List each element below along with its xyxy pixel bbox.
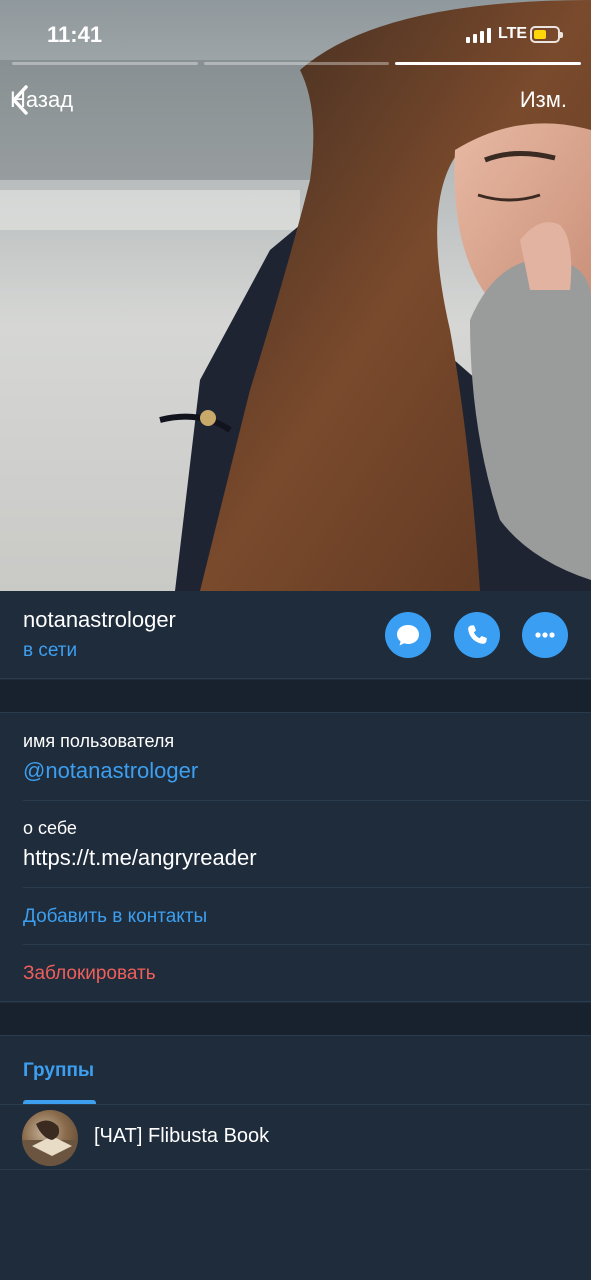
list-item[interactable]: [ЧАТ] Flibusta Book xyxy=(0,1105,591,1170)
group-name: [ЧАТ] Flibusta Book xyxy=(94,1125,270,1147)
profile-status: в сети xyxy=(23,640,78,661)
status-bar: 11:41 LTE xyxy=(0,0,591,66)
profile-header: notanastrologer в сети xyxy=(0,591,591,679)
section-separator xyxy=(0,680,591,712)
message-bubble-icon xyxy=(397,625,419,646)
battery-icon xyxy=(530,26,563,43)
story-progress xyxy=(12,62,582,66)
signal-icon xyxy=(466,28,491,43)
phone-icon xyxy=(468,625,487,644)
groups-section: Группы [ЧАТ] Flibusta Book xyxy=(0,1035,591,1280)
bio-row[interactable]: о себе https://t.me/angryreader xyxy=(23,818,591,871)
profile-photo-art xyxy=(0,0,591,591)
add-contact-button[interactable]: Добавить в контакты xyxy=(23,906,207,928)
back-button[interactable]: Назад xyxy=(10,84,73,116)
bio-label: о себе xyxy=(23,818,77,838)
more-dots-icon xyxy=(535,632,555,638)
username-label: имя пользователя xyxy=(23,731,175,751)
story-segment[interactable] xyxy=(12,62,198,65)
chevron-left-icon xyxy=(12,85,28,115)
status-time: 11:41 xyxy=(47,22,103,47)
tab-groups[interactable]: Группы xyxy=(23,1060,94,1082)
group-avatar-art xyxy=(22,1120,78,1166)
divider xyxy=(23,944,591,945)
section-separator xyxy=(0,1003,591,1035)
more-button[interactable] xyxy=(522,612,568,658)
divider xyxy=(23,887,591,888)
username-row[interactable]: имя пользователя @notanastrologer xyxy=(23,731,591,784)
call-button[interactable] xyxy=(454,612,500,658)
profile-photo[interactable]: 11:41 LTE Назад Изм. xyxy=(0,0,591,591)
story-segment-active[interactable] xyxy=(395,62,582,65)
battery-fill xyxy=(534,30,546,39)
story-segment[interactable] xyxy=(203,62,390,65)
edit-button[interactable]: Изм. xyxy=(520,87,567,113)
divider xyxy=(23,800,591,801)
profile-name: notanastrologer xyxy=(23,607,176,632)
username-value[interactable]: @notanastrologer xyxy=(23,758,591,784)
avatar xyxy=(22,1110,78,1166)
block-user-button[interactable]: Заблокировать xyxy=(23,963,156,985)
network-label: LTE xyxy=(498,25,528,42)
info-section: имя пользователя @notanastrologer о себе… xyxy=(0,712,591,1002)
bio-value[interactable]: https://t.me/angryreader xyxy=(23,845,591,871)
message-button[interactable] xyxy=(385,612,431,658)
